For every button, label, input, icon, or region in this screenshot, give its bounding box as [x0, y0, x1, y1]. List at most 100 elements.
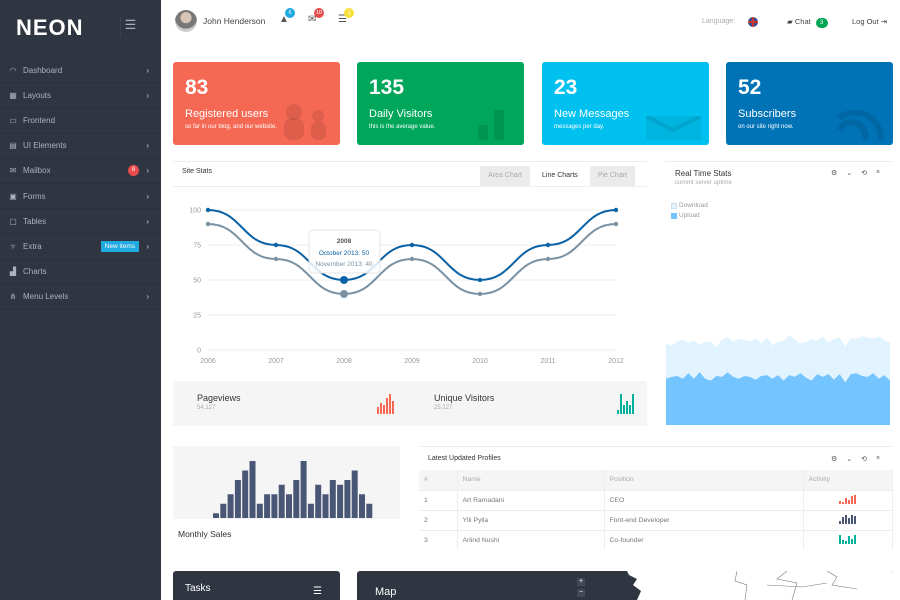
- sales-bar[interactable]: [337, 484, 344, 518]
- data-point[interactable]: [613, 221, 619, 227]
- data-point[interactable]: [477, 277, 483, 283]
- sidebar-item-charts[interactable]: ▟ Charts: [0, 260, 161, 285]
- logout-button[interactable]: Log Out ⇥: [852, 17, 887, 26]
- sales-bar[interactable]: [344, 480, 351, 518]
- zoom-out-button[interactable]: −: [577, 589, 585, 597]
- envelope-notifications-button[interactable]: ✉ 10: [308, 8, 324, 25]
- list-notifications-button[interactable]: ☰ 1: [338, 8, 354, 25]
- collapse-icon[interactable]: ⌄: [846, 455, 852, 463]
- sidebar-item-extra[interactable]: ▿ Extra New items ›: [0, 234, 161, 260]
- list-icon[interactable]: ☰: [313, 586, 322, 597]
- tasks-panel: Tasks ☰: [173, 571, 340, 600]
- tooltip-line-2: November 2013: 40: [315, 261, 372, 268]
- sales-bar[interactable]: [286, 494, 292, 518]
- collapse-icon[interactable]: ⌄: [846, 169, 852, 177]
- data-point[interactable]: [205, 207, 211, 213]
- stat-tile-daily-visitors[interactable]: 135 Daily Visitors this is the average val…: [357, 62, 524, 145]
- stat-tile-new-messages[interactable]: 23 New Messages messages per day.: [542, 62, 709, 145]
- data-point[interactable]: [409, 256, 415, 262]
- data-point[interactable]: [613, 207, 619, 213]
- sidebar-item-mailbox[interactable]: ✉ Mailbox 8 ›: [0, 159, 161, 184]
- refresh-icon[interactable]: ⟲: [861, 455, 867, 463]
- sales-bar[interactable]: [271, 494, 278, 518]
- sidebar-item-layouts[interactable]: ▦ Layouts ›: [0, 83, 161, 109]
- table-row[interactable]: 3 Arlind Nushi Co-founder: [419, 529, 893, 550]
- sidebar-item-forms[interactable]: ▣ Forms ›: [0, 184, 161, 210]
- sidebar-item-dashboard[interactable]: ◠ Dashboard ›: [0, 58, 161, 84]
- tile-title: Subscribers: [738, 108, 797, 120]
- sales-bar[interactable]: [227, 494, 234, 518]
- tab-line-charts[interactable]: Line Charts: [534, 166, 586, 186]
- alert-notifications-button[interactable]: ▲ 6: [279, 8, 295, 25]
- sales-bar[interactable]: [234, 480, 241, 518]
- sales-bar[interactable]: [366, 503, 373, 518]
- sales-bar[interactable]: [322, 494, 329, 518]
- real-time-stats-panel: Real Time Stats current server uptime ⚙ …: [665, 161, 893, 425]
- sales-bar[interactable]: [315, 484, 322, 518]
- chart-tooltip: 2008 October 2013: 50 November 2013: 40: [308, 229, 381, 274]
- neon-logo[interactable]: NEON: [16, 15, 84, 41]
- profile-name[interactable]: Arlind Nushi: [457, 529, 605, 550]
- profile-name[interactable]: Ylli Pylla: [457, 509, 605, 530]
- sales-bar[interactable]: [329, 480, 336, 518]
- tab-pie-chart[interactable]: Pie Chart: [589, 166, 635, 186]
- data-point[interactable]: [477, 291, 483, 297]
- form-icon: ▣: [9, 191, 17, 201]
- uk-flag-icon[interactable]: [748, 17, 758, 27]
- close-icon[interactable]: ×: [876, 169, 880, 177]
- stat-tile-registered-users[interactable]: 83 Registered users so far in our blog, an…: [173, 62, 340, 145]
- zoom-in-button[interactable]: +: [577, 578, 585, 586]
- data-point[interactable]: [409, 242, 415, 248]
- data-point[interactable]: [340, 276, 348, 284]
- stat-tile-subscribers[interactable]: 52 Subscribers on our site right now.: [726, 62, 893, 145]
- gauge-icon: ◠: [9, 65, 17, 75]
- data-point[interactable]: [545, 242, 551, 248]
- pageviews-label: Pageviews: [197, 393, 241, 403]
- panel-controls: ⚙ ⌄ ⟲ ×: [831, 455, 880, 463]
- mail-icon: ✉: [9, 166, 17, 176]
- sales-bar[interactable]: [293, 480, 300, 518]
- sales-bar[interactable]: [242, 470, 249, 519]
- map-canvas[interactable]: [627, 571, 893, 600]
- tile-subtitle: on our site right now.: [738, 124, 794, 130]
- map-title: Map: [375, 586, 397, 598]
- sidebar-item-frontend[interactable]: ▭ Frontend: [0, 108, 161, 134]
- sales-bar[interactable]: [220, 503, 227, 518]
- tab-area-chart[interactable]: Area Chart: [480, 166, 531, 186]
- table-icon: ▢: [9, 216, 17, 226]
- chevron-right-icon: ›: [146, 216, 149, 226]
- data-point[interactable]: [205, 221, 211, 227]
- sales-bar[interactable]: [264, 494, 271, 518]
- tooltip-line-1: October 2013: 50: [319, 250, 370, 257]
- sales-bar[interactable]: [278, 484, 285, 518]
- latest-profiles-panel: Latest Updated Profiles ⚙ ⌄ ⟲ × # Name P…: [419, 446, 893, 551]
- refresh-icon[interactable]: ⟲: [861, 169, 867, 177]
- data-point[interactable]: [273, 242, 279, 248]
- sales-bar[interactable]: [256, 503, 263, 518]
- sales-bar[interactable]: [359, 494, 365, 518]
- table-row[interactable]: 1 Art Ramadani CEO: [419, 489, 893, 510]
- close-icon[interactable]: ×: [876, 455, 880, 463]
- sales-bar[interactable]: [300, 461, 307, 518]
- hamburger-icon[interactable]: ☰: [120, 17, 140, 37]
- gear-icon[interactable]: ⚙: [831, 169, 837, 177]
- tile-title: Daily Visitors: [369, 108, 433, 120]
- sales-bar[interactable]: [213, 513, 219, 518]
- data-point[interactable]: [273, 256, 279, 262]
- gear-icon[interactable]: ⚙: [831, 455, 837, 463]
- sales-bar[interactable]: [307, 503, 314, 518]
- sales-bar[interactable]: [351, 470, 358, 519]
- sidebar-item-ui-elements[interactable]: ▤ UI Elements ›: [0, 134, 161, 159]
- avatar[interactable]: [175, 10, 197, 32]
- profile-name[interactable]: Art Ramadani: [457, 489, 605, 510]
- sales-bar[interactable]: [249, 461, 256, 518]
- chat-button[interactable]: ▰ Chat 3: [787, 17, 828, 28]
- user-name[interactable]: John Henderson: [203, 16, 265, 26]
- sidebar-item-menu-levels[interactable]: ⋔ Menu Levels ›: [0, 285, 161, 310]
- sidebar-item-tables[interactable]: ▢ Tables ›: [0, 209, 161, 235]
- table-row[interactable]: 2 Ylli Pylla Font-end Developer: [419, 509, 893, 530]
- x-tick-label: 2011: [540, 358, 555, 365]
- data-point[interactable]: [340, 290, 348, 298]
- data-point[interactable]: [545, 256, 551, 262]
- chevron-right-icon: ›: [146, 65, 149, 75]
